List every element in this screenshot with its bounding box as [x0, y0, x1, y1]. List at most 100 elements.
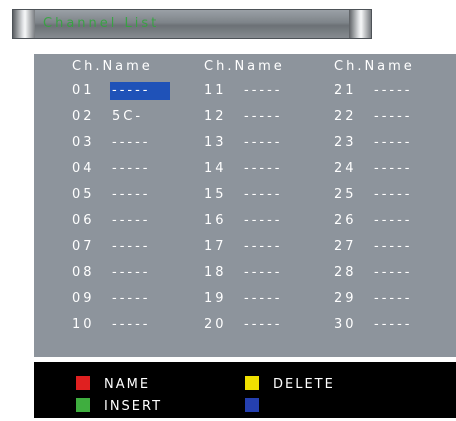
- channel-row-08[interactable]: 08 -----: [72, 262, 150, 284]
- channel-row-11[interactable]: 11 -----: [204, 80, 282, 102]
- channel-name[interactable]: -----: [374, 210, 412, 232]
- channel-number: 10: [72, 317, 95, 332]
- channel-row-28[interactable]: 28 -----: [334, 262, 412, 284]
- channel-row-21[interactable]: 21 -----: [334, 80, 412, 102]
- channel-row-18[interactable]: 18 -----: [204, 262, 282, 284]
- channel-number: 02: [72, 109, 95, 124]
- column-header-1: Ch.Name: [72, 59, 153, 74]
- channel-name[interactable]: -----: [112, 158, 150, 180]
- channel-number: 13: [204, 135, 227, 150]
- channel-name[interactable]: -----: [244, 132, 282, 154]
- channel-name[interactable]: -----: [112, 262, 150, 284]
- green-key-icon: [76, 398, 90, 412]
- channel-number: 28: [334, 265, 357, 280]
- legend-insert[interactable]: INSERT: [76, 398, 162, 414]
- channel-row-13[interactable]: 13 -----: [204, 132, 282, 154]
- channel-name[interactable]: -----: [112, 288, 150, 310]
- channel-name[interactable]: -----: [112, 236, 150, 258]
- channel-name[interactable]: -----: [374, 106, 412, 128]
- channel-name[interactable]: -----: [244, 158, 282, 180]
- channel-row-19[interactable]: 19 -----: [204, 288, 282, 310]
- channel-name[interactable]: -----: [244, 210, 282, 232]
- legend-name[interactable]: NAME: [76, 376, 150, 392]
- channel-row-25[interactable]: 25 -----: [334, 184, 412, 206]
- channel-name[interactable]: -----: [374, 80, 412, 102]
- channel-row-14[interactable]: 14 -----: [204, 158, 282, 180]
- channel-row-09[interactable]: 09 -----: [72, 288, 150, 310]
- channel-row-30[interactable]: 30 -----: [334, 314, 412, 336]
- channel-name[interactable]: 5C-: [112, 106, 143, 128]
- blue-key-icon: [245, 398, 259, 412]
- channel-row-01[interactable]: 01 -----: [72, 80, 170, 102]
- channel-number: 01: [72, 83, 95, 98]
- channel-row-07[interactable]: 07 -----: [72, 236, 150, 258]
- title-bar-right-cap: [349, 10, 371, 38]
- channel-number: 14: [204, 161, 227, 176]
- channel-number: 21: [334, 83, 357, 98]
- legend-bar: NAME DELETE INSERT: [34, 362, 456, 418]
- channel-name[interactable]: -----: [374, 262, 412, 284]
- channel-number: 08: [72, 265, 95, 280]
- legend-delete[interactable]: DELETE: [245, 376, 335, 392]
- channel-row-10[interactable]: 10 -----: [72, 314, 150, 336]
- channel-name[interactable]: -----: [374, 314, 412, 336]
- channel-number: 20: [204, 317, 227, 332]
- channel-number: 09: [72, 291, 95, 306]
- channel-number: 11: [204, 83, 227, 98]
- channel-number: 23: [334, 135, 357, 150]
- channel-row-12[interactable]: 12 -----: [204, 106, 282, 128]
- channel-row-23[interactable]: 23 -----: [334, 132, 412, 154]
- channel-name[interactable]: -----: [244, 80, 282, 102]
- channel-name[interactable]: -----: [112, 314, 150, 336]
- channel-row-05[interactable]: 05 -----: [72, 184, 150, 206]
- channel-number: 30: [334, 317, 357, 332]
- channel-name[interactable]: -----: [244, 236, 282, 258]
- channel-name-selected[interactable]: -----: [110, 82, 170, 100]
- channel-number: 26: [334, 213, 357, 228]
- channel-number: 16: [204, 213, 227, 228]
- channel-name[interactable]: -----: [112, 132, 150, 154]
- legend-blue[interactable]: [245, 398, 273, 414]
- yellow-key-icon: [245, 376, 259, 390]
- channel-name[interactable]: -----: [244, 288, 282, 310]
- channel-name[interactable]: -----: [374, 132, 412, 154]
- page-title: Channel List: [43, 16, 160, 31]
- channel-name[interactable]: -----: [374, 158, 412, 180]
- channel-name[interactable]: -----: [244, 106, 282, 128]
- channel-number: 04: [72, 161, 95, 176]
- channel-name[interactable]: -----: [244, 184, 282, 206]
- channel-number: 06: [72, 213, 95, 228]
- channel-number: 22: [334, 109, 357, 124]
- channel-row-04[interactable]: 04 -----: [72, 158, 150, 180]
- channel-row-17[interactable]: 17 -----: [204, 236, 282, 258]
- channel-row-29[interactable]: 29 -----: [334, 288, 412, 310]
- channel-name[interactable]: -----: [112, 210, 150, 232]
- channel-list-panel: Ch.Name Ch.Name Ch.Name 01 ----- 02 5C- 03 --…: [34, 54, 456, 357]
- channel-row-24[interactable]: 24 -----: [334, 158, 412, 180]
- channel-row-26[interactable]: 26 -----: [334, 210, 412, 232]
- channel-number: 24: [334, 161, 357, 176]
- channel-row-03[interactable]: 03 -----: [72, 132, 150, 154]
- channel-number: 27: [334, 239, 357, 254]
- channel-row-16[interactable]: 16 -----: [204, 210, 282, 232]
- channel-row-06[interactable]: 06 -----: [72, 210, 150, 232]
- channel-name[interactable]: -----: [374, 288, 412, 310]
- channel-number: 03: [72, 135, 95, 150]
- channel-name[interactable]: -----: [374, 184, 412, 206]
- channel-name[interactable]: -----: [244, 314, 282, 336]
- channel-row-20[interactable]: 20 -----: [204, 314, 282, 336]
- channel-number: 18: [204, 265, 227, 280]
- channel-row-02[interactable]: 02 5C-: [72, 106, 143, 128]
- legend-name-label: NAME: [104, 377, 151, 392]
- channel-number: 25: [334, 187, 357, 202]
- title-bar: Channel List: [12, 9, 372, 39]
- channel-number: 29: [334, 291, 357, 306]
- channel-row-22[interactable]: 22 -----: [334, 106, 412, 128]
- channel-row-27[interactable]: 27 -----: [334, 236, 412, 258]
- channel-number: 05: [72, 187, 95, 202]
- channel-number: 12: [204, 109, 227, 124]
- channel-name[interactable]: -----: [244, 262, 282, 284]
- channel-name[interactable]: -----: [112, 184, 150, 206]
- channel-row-15[interactable]: 15 -----: [204, 184, 282, 206]
- channel-name[interactable]: -----: [374, 236, 412, 258]
